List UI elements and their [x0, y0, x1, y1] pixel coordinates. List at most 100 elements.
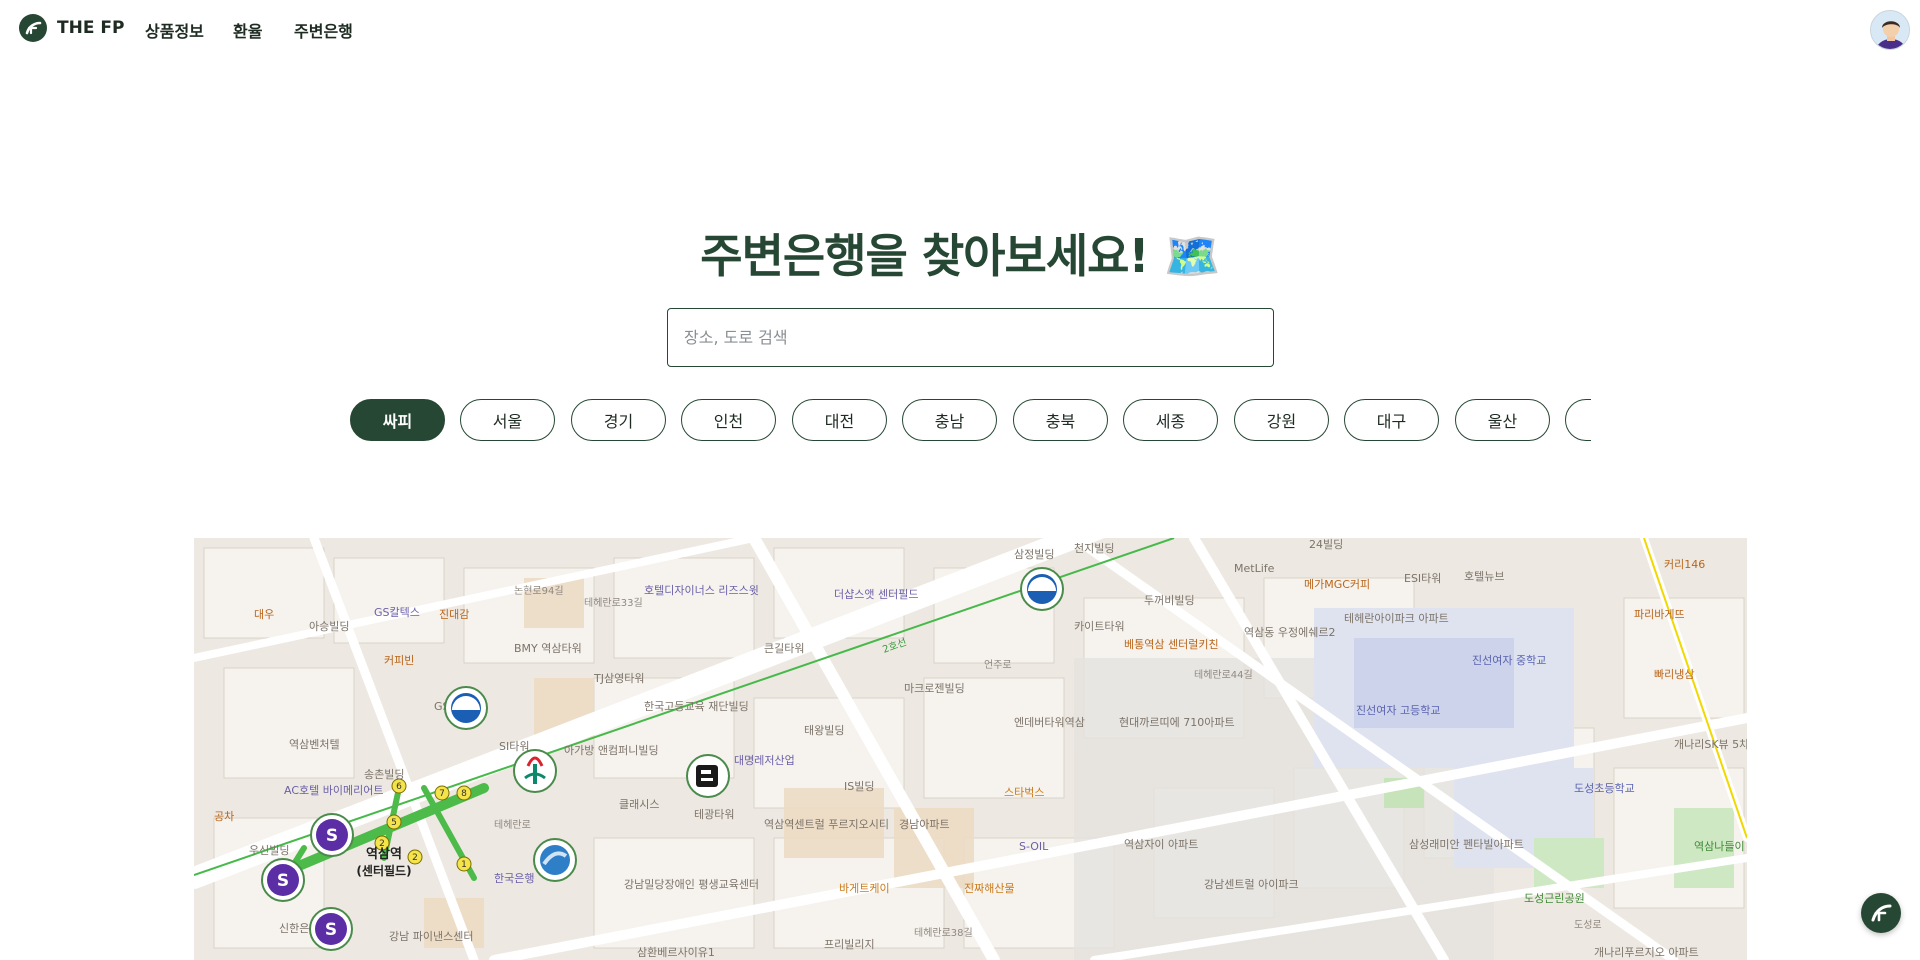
station-label: 역삼역: [366, 846, 402, 862]
svg-text:역삼동 우정에쉐르2: 역삼동 우정에쉐르2: [1244, 626, 1335, 639]
svg-text:BMY 역삼타워: BMY 역삼타워: [514, 642, 582, 655]
svg-text:경남아파트: 경남아파트: [899, 818, 950, 831]
svg-text:송촌빌딩: 송촌빌딩: [364, 768, 404, 781]
bank-marker-shinhan-2[interactable]: S: [261, 858, 305, 902]
svg-text:S: S: [326, 826, 338, 846]
svg-text:빠리냉삼: 빠리냉삼: [1654, 668, 1694, 681]
svg-text:논현로94길: 논현로94길: [514, 584, 564, 597]
svg-text:아가방 앤컴퍼니빌딩: 아가방 앤컴퍼니빌딩: [564, 744, 659, 757]
svg-text:마크로젠빌딩: 마크로젠빌딩: [904, 682, 965, 695]
svg-text:개나리푸르지오 아파트: 개나리푸르지오 아파트: [1594, 946, 1699, 959]
bank-marker-woori-2[interactable]: [1020, 567, 1064, 611]
svg-text:한국은행: 한국은행: [494, 872, 534, 885]
svg-text:삼환베르사이유1: 삼환베르사이유1: [637, 946, 715, 959]
svg-text:2: 2: [412, 853, 418, 863]
region-chip-chungbuk[interactable]: 충북: [1013, 399, 1108, 441]
region-filter-chips: 싸피 서울 경기 인천 대전 충남 충북 세종 강원 대구 울산: [350, 399, 1591, 443]
svg-text:공차: 공차: [214, 810, 234, 823]
svg-text:대우: 대우: [254, 608, 274, 621]
svg-text:삼성래미안 펜타빌아파트: 삼성래미안 펜타빌아파트: [1409, 838, 1524, 851]
bank-map[interactable]: 6 7 8 5 2 2 1 역삼역 (센터필드) 2호선 삼정빌딩 천지빌딩 2…: [194, 538, 1747, 960]
svg-text:강남 파이낸스센터: 강남 파이낸스센터: [389, 930, 473, 943]
region-chip-sejong[interactable]: 세종: [1123, 399, 1218, 441]
svg-text:삼정빌딩: 삼정빌딩: [1014, 548, 1054, 561]
svg-text:ESI타워: ESI타워: [1404, 572, 1441, 585]
svg-text:S: S: [325, 920, 337, 940]
nav-nearby-banks[interactable]: 주변은행: [294, 18, 353, 42]
svg-text:24빌딩: 24빌딩: [1309, 538, 1343, 551]
svg-text:파리바게뜨: 파리바게뜨: [1634, 608, 1685, 621]
nav-product-info[interactable]: 상품정보: [145, 18, 204, 42]
svg-text:베통역삼 센터럴키친: 베통역삼 센터럴키친: [1124, 638, 1219, 651]
chatbot-button[interactable]: [1861, 893, 1901, 933]
svg-text:5: 5: [391, 818, 397, 828]
svg-text:테광타워: 테광타워: [694, 808, 734, 821]
svg-text:S: S: [277, 871, 289, 891]
user-avatar[interactable]: [1870, 10, 1910, 50]
svg-text:더샵스앳 센터필드: 더샵스앳 센터필드: [834, 588, 918, 601]
svg-text:SI타워: SI타워: [499, 740, 529, 753]
svg-text:MetLife: MetLife: [1234, 562, 1275, 575]
region-chip-ssafy[interactable]: 싸피: [350, 399, 445, 441]
svg-text:강남센트럴 아이파크: 강남센트럴 아이파크: [1204, 878, 1299, 891]
bank-marker-shinhan-1[interactable]: S: [310, 813, 354, 857]
region-chip-seoul[interactable]: 서울: [460, 399, 555, 441]
svg-text:7: 7: [439, 789, 445, 799]
svg-text:테헤란로38길: 테헤란로38길: [914, 926, 973, 939]
svg-text:AC호텔 바이메리어트: AC호텔 바이메리어트: [284, 784, 383, 797]
svg-text:두꺼비빌딩: 두꺼비빌딩: [1144, 594, 1195, 607]
region-chip-daegu[interactable]: 대구: [1344, 399, 1439, 441]
svg-text:역삼자이 아파트: 역삼자이 아파트: [1124, 838, 1198, 851]
svg-text:S-OIL: S-OIL: [1019, 840, 1049, 853]
bank-marker-citi[interactable]: [686, 754, 730, 798]
svg-text:프리빌리지: 프리빌리지: [824, 938, 875, 951]
svg-text:대명레저산업: 대명레저산업: [734, 754, 795, 767]
svg-text:클래시스: 클래시스: [619, 798, 659, 811]
region-chip-gyeonggi[interactable]: 경기: [571, 399, 666, 441]
svg-text:테헤란로33길: 테헤란로33길: [584, 596, 643, 609]
svg-text:한국고등교육 재단빌딩: 한국고등교육 재단빌딩: [644, 700, 749, 713]
svg-text:호텔뉴브: 호텔뉴브: [1464, 570, 1504, 583]
page-title: 주변은행을 찾아보세요! 🗺️: [700, 229, 1220, 283]
svg-text:카이트타워: 카이트타워: [1074, 620, 1125, 633]
svg-text:강남밀당장애인 평생교육센터: 강남밀당장애인 평생교육센터: [624, 878, 759, 891]
region-chip-incheon[interactable]: 인천: [681, 399, 776, 441]
svg-text:GS칼텍스: GS칼텍스: [374, 606, 420, 619]
svg-text:바게트케이: 바게트케이: [839, 882, 890, 895]
region-chip-chungnam[interactable]: 충남: [902, 399, 997, 441]
region-chip-ulsan[interactable]: 울산: [1455, 399, 1550, 441]
user-avatar-icon: [1871, 11, 1909, 49]
svg-text:진짜해산물: 진짜해산물: [964, 881, 1015, 895]
svg-text:역삼벤처텔: 역삼벤처텔: [289, 738, 340, 751]
bank-marker-bank-of-korea[interactable]: [533, 838, 577, 882]
svg-text:언주로: 언주로: [984, 659, 1012, 671]
svg-text:역삼나들이 공원: 역삼나들이 공원: [1694, 840, 1747, 853]
region-chip-daejeon[interactable]: 대전: [792, 399, 887, 441]
svg-text:도성로: 도성로: [1574, 919, 1602, 931]
nav-exchange-rate[interactable]: 환율: [233, 18, 262, 42]
brand-logo[interactable]: [19, 14, 47, 42]
region-chip-next[interactable]: [1565, 399, 1591, 441]
svg-text:도성근린공원: 도성근린공원: [1524, 892, 1585, 905]
svg-text:호텔디자이너스 리즈스윗: 호텔디자이너스 리즈스윗: [644, 584, 759, 597]
fp-logo-icon: [25, 21, 42, 35]
svg-text:도성초등학교: 도성초등학교: [1574, 782, 1635, 795]
bank-marker-hana[interactable]: [513, 749, 557, 793]
svg-text:(센터필드): (센터필드): [356, 863, 411, 878]
bank-marker-shinhan-3[interactable]: S: [309, 907, 353, 951]
svg-text:IS빌딩: IS빌딩: [844, 780, 874, 793]
svg-text:커피빈: 커피빈: [384, 654, 414, 667]
svg-text:TJ삼영타워: TJ삼영타워: [593, 672, 644, 685]
svg-text:메가MGC커피: 메가MGC커피: [1304, 578, 1370, 591]
brand-name[interactable]: THE FP: [57, 18, 124, 38]
place-search-input[interactable]: [667, 308, 1274, 367]
svg-text:스타벅스: 스타벅스: [1004, 786, 1044, 799]
map-canvas[interactable]: 6 7 8 5 2 2 1 역삼역 (센터필드) 2호선 삼정빌딩 천지빌딩 2…: [194, 538, 1747, 960]
svg-text:8: 8: [461, 789, 467, 799]
svg-text:테헤란로: 테헤란로: [494, 819, 531, 831]
svg-text:개나리SK뷰 5차아파트: 개나리SK뷰 5차아파트: [1674, 738, 1747, 751]
svg-text:태왕빌딩: 태왕빌딩: [804, 724, 844, 737]
bank-marker-woori-1[interactable]: [444, 686, 488, 730]
region-chip-gangwon[interactable]: 강원: [1234, 399, 1329, 441]
svg-text:천지빌딩: 천지빌딩: [1074, 541, 1114, 555]
